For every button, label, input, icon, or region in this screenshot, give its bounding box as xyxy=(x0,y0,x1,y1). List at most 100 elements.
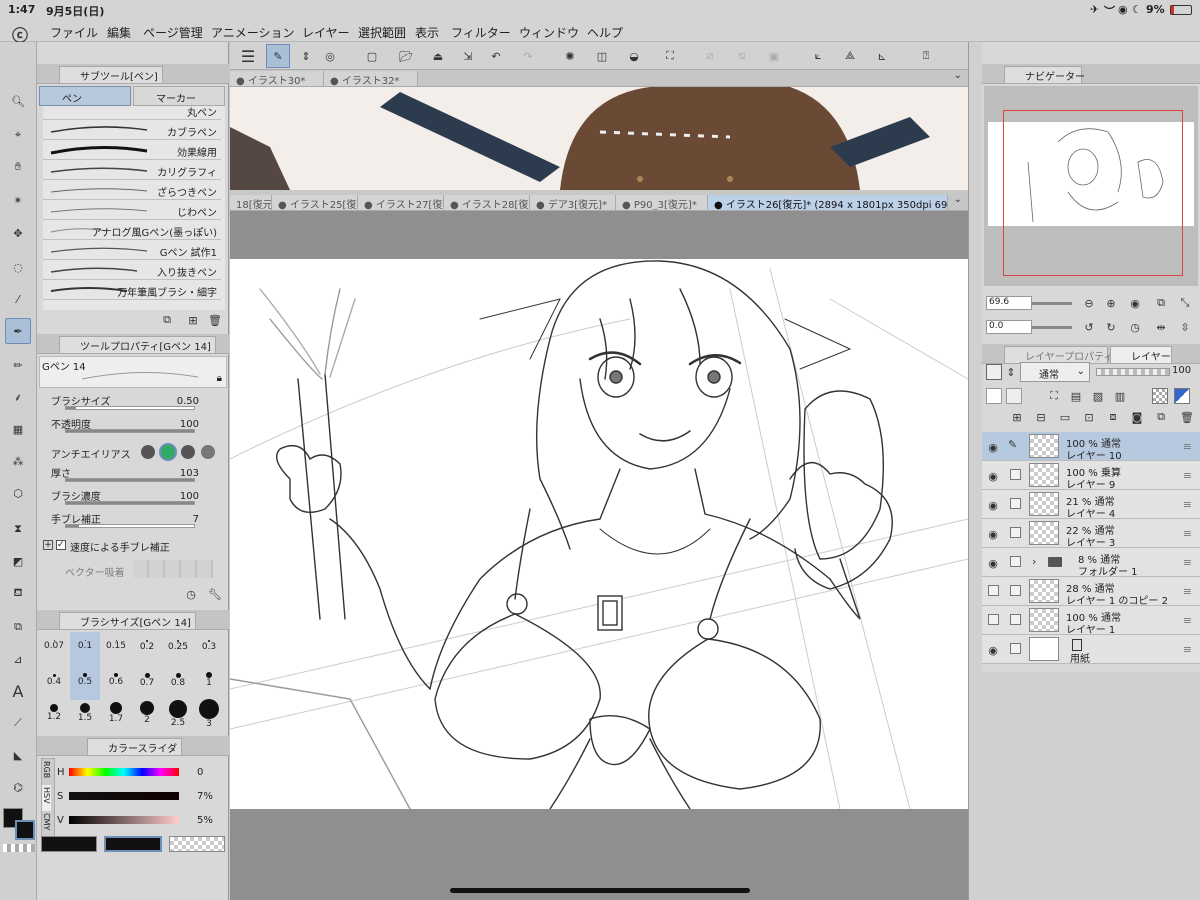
sub-color-swatch[interactable] xyxy=(15,820,35,840)
new-raster-icon[interactable]: ⊞ xyxy=(1008,408,1026,426)
doc-tab[interactable]: 18[復元 xyxy=(230,195,272,210)
prop-stabilization[interactable]: 手ブレ補正 7 xyxy=(45,510,225,532)
layer-clip-icon[interactable] xyxy=(986,388,1002,404)
size-chip[interactable]: 0.6 xyxy=(101,666,131,700)
copy-subtool-icon[interactable]: ⧉ xyxy=(159,312,175,328)
zoom-tool-icon[interactable]: 🔍︎ xyxy=(5,88,31,114)
size-chip[interactable]: 2.5 xyxy=(163,700,193,734)
brush-item[interactable]: じわペン xyxy=(43,200,221,220)
mode-tab-hsv[interactable]: HSV xyxy=(42,785,51,811)
right-collapse-strip[interactable] xyxy=(968,42,982,900)
eye-icon[interactable]: ◉ xyxy=(987,528,999,541)
aa-weak-icon[interactable] xyxy=(159,443,177,461)
brush-item[interactable]: アナログ風Gペン(墨っぽい) xyxy=(43,220,221,240)
sub-color-bar[interactable] xyxy=(104,836,162,852)
new-folder-icon[interactable]: ▭ xyxy=(1056,408,1074,426)
prop-density[interactable]: ブラシ濃度 100 xyxy=(45,487,225,509)
fill-tool-icon[interactable]: ⛾ xyxy=(5,580,31,606)
zoom-out-icon[interactable]: ⊖ xyxy=(1080,294,1098,312)
layer-menu-icon[interactable]: ≡ xyxy=(1183,614,1192,627)
hue-slider[interactable]: H 0 xyxy=(57,764,227,784)
size-chip[interactable]: 0.2 xyxy=(132,632,162,666)
eye-icon[interactable]: ◉ xyxy=(987,441,999,454)
brush-item[interactable]: カブラペン xyxy=(43,120,221,140)
size-chip[interactable]: 1.7 xyxy=(101,700,131,734)
layer-checkbox[interactable] xyxy=(1010,469,1021,480)
layer-checkbox[interactable] xyxy=(1010,643,1021,654)
size-chip[interactable]: 0.4 xyxy=(39,666,69,700)
layer-checkbox[interactable] xyxy=(1010,556,1021,567)
brush-item[interactable]: 効果線用 xyxy=(43,140,221,160)
size-chip[interactable]: 1 xyxy=(194,666,224,700)
visibility-checkbox[interactable] xyxy=(988,614,999,625)
mode-tab-rgb[interactable]: RGB xyxy=(42,759,51,785)
actual-size-icon[interactable]: ◉ xyxy=(1126,294,1144,312)
saturation-slider[interactable]: S 7% xyxy=(57,788,227,808)
rotate-value[interactable]: 0.0 xyxy=(986,320,1032,334)
prop-speed-stab[interactable]: + ✓ 速度による手ブレ補正 xyxy=(43,538,223,556)
export-icon[interactable]: ⇲ xyxy=(456,44,480,68)
rotate-slider[interactable] xyxy=(1032,326,1072,329)
blend-mode-select[interactable]: 通常 ⌄ xyxy=(1020,362,1090,382)
layer-property-tab[interactable]: レイヤープロパティ xyxy=(1004,346,1114,363)
layer-checkbox[interactable] xyxy=(1010,527,1021,538)
home-indicator[interactable] xyxy=(450,888,750,893)
brush-item[interactable]: Gペン 試作1 xyxy=(43,240,221,260)
modifier-key-icon[interactable]: ✎ xyxy=(266,44,290,68)
menu-filter[interactable]: フィルター xyxy=(451,24,511,41)
clear-icon[interactable]: ◫ xyxy=(590,44,614,68)
eraser-icon[interactable]: ◩ xyxy=(5,548,31,574)
menu-file[interactable]: ファイル xyxy=(50,24,98,41)
operation-tool-icon[interactable]: ⌖ xyxy=(5,122,31,148)
delete-layer-icon[interactable]: 🗑︎ xyxy=(1178,408,1196,426)
brush-item[interactable]: 丸ペン xyxy=(43,106,221,120)
drawing-canvas[interactable] xyxy=(230,259,968,809)
delete-subtool-icon[interactable]: 🗑︎ xyxy=(207,312,223,328)
layer-checkbox[interactable] xyxy=(1010,585,1021,596)
new-vector-icon[interactable]: ⊟ xyxy=(1032,408,1050,426)
move-tool-icon[interactable]: ✥ xyxy=(5,220,31,246)
expand-icon[interactable]: + xyxy=(43,540,53,550)
size-chip[interactable]: 1.2 xyxy=(39,700,69,734)
checkbox-checked[interactable]: ✓ xyxy=(56,540,66,550)
color-pick-icon[interactable]: ⌬ xyxy=(5,774,31,800)
size-chip[interactable]: 0.3 xyxy=(194,632,224,666)
prop-brush-size[interactable]: ブラシサイズ 0.50 xyxy=(45,392,225,414)
prop-thickness[interactable]: 厚さ 103 xyxy=(45,464,225,486)
size-chip[interactable]: 3 xyxy=(194,699,224,734)
fit-window-icon[interactable]: ⤡ xyxy=(1176,294,1194,312)
brush-tool-icon[interactable]: ⸙ xyxy=(5,384,31,410)
snap-ruler-icon[interactable]: ⟀ xyxy=(806,44,830,68)
layer-menu-icon[interactable]: ≡ xyxy=(1183,643,1192,656)
layer-menu-icon[interactable]: ≡ xyxy=(1183,498,1192,511)
selection-border-icon[interactable]: ▣ xyxy=(762,44,786,68)
layer-row[interactable]: 28 % 通常 レイヤー 1 のコピー 2 ≡ xyxy=(982,577,1200,607)
aa-strong-icon[interactable] xyxy=(201,445,215,459)
brush-item[interactable]: カリグラフィ xyxy=(43,160,221,180)
text-tool-icon[interactable]: A xyxy=(5,678,31,704)
layer-tab[interactable]: レイヤー xyxy=(1110,346,1172,363)
lasso-tool-icon[interactable]: ◌ xyxy=(5,254,31,280)
prop-opacity[interactable]: 不透明度 100 xyxy=(45,415,225,437)
hand-tool-icon[interactable]: ✋︎ xyxy=(5,154,31,180)
size-chip[interactable]: 0.07 xyxy=(39,632,69,666)
eye-icon[interactable]: ◉ xyxy=(987,644,999,657)
open-folder-icon[interactable]: 📂︎ xyxy=(394,44,418,68)
menu-selection[interactable]: 選択範囲 xyxy=(358,24,406,41)
navigator-view-frame[interactable] xyxy=(1003,110,1183,276)
hamburger-menu-icon[interactable]: ☰ xyxy=(236,44,260,68)
layer-opacity-slider[interactable] xyxy=(1096,368,1170,376)
size-chip[interactable]: 0.8 xyxy=(163,666,193,700)
lock-icon[interactable]: 🔒︎ xyxy=(217,373,222,384)
rotate-left-icon[interactable]: ↺ xyxy=(1080,318,1098,336)
flip-h-icon[interactable]: ⇹ xyxy=(1152,318,1170,336)
layer-color-box[interactable] xyxy=(986,364,1002,380)
value-slider[interactable]: V 5% xyxy=(57,812,227,832)
subtool-tab-marker[interactable]: マーカー xyxy=(133,86,225,106)
layer-lock-icon[interactable]: ⛶ xyxy=(1046,388,1062,404)
merge-icon[interactable]: ⧈ xyxy=(1104,408,1122,426)
layer-row-folder[interactable]: ◉ › 8 % 通常 フォルダー 1 ≡ xyxy=(982,548,1200,578)
navigator-preview[interactable] xyxy=(984,86,1198,286)
chevron-down-icon[interactable]: ⌄ xyxy=(954,70,962,81)
prop-antialias[interactable]: アンチエイリアス xyxy=(45,441,225,463)
